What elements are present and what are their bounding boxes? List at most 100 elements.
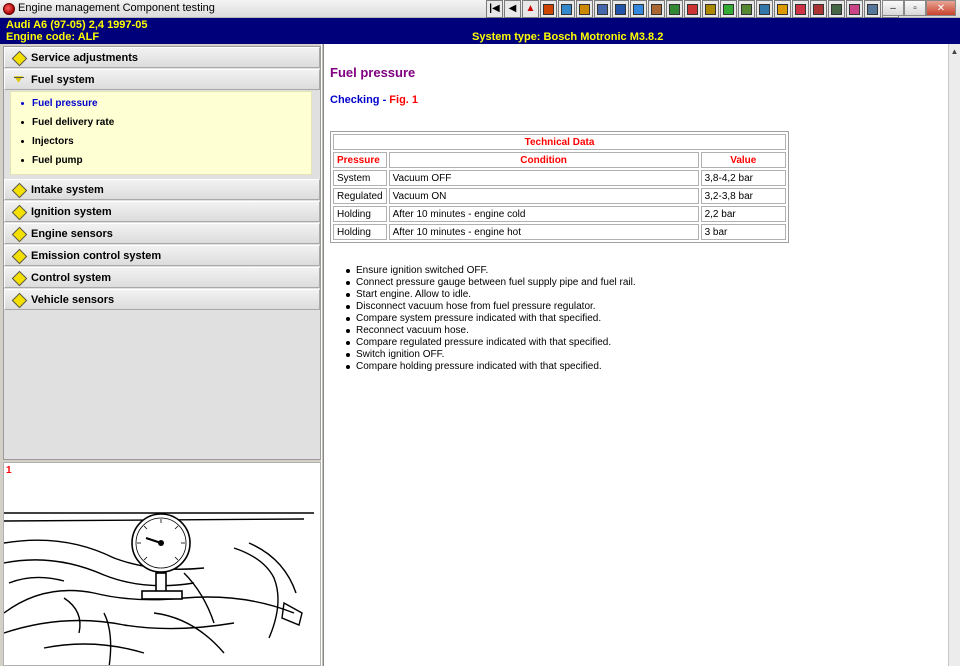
- list-item: Connect pressure gauge between fuel supp…: [346, 277, 636, 288]
- tool-12-icon: [741, 3, 752, 15]
- collapsed-arrow-icon: [13, 228, 25, 240]
- tool-6-button[interactable]: [630, 0, 647, 18]
- cell-pressure: Holding: [333, 224, 387, 240]
- tool-8-button[interactable]: [666, 0, 683, 18]
- close-button[interactable]: ✕: [926, 0, 956, 16]
- tool-16-icon: [813, 3, 824, 15]
- sub-item-fuel-delivery-rate[interactable]: Fuel delivery rate: [11, 113, 311, 132]
- tool-4-icon: [597, 3, 608, 15]
- tool-3-icon: [579, 3, 590, 15]
- sub-item-label: Injectors: [32, 136, 74, 147]
- app-icon: [3, 3, 15, 15]
- sub-item-label: Fuel pump: [32, 155, 83, 166]
- bullet-icon: [21, 159, 24, 162]
- scroll-up-icon[interactable]: ▲: [949, 46, 960, 57]
- warning-button[interactable]: ▲: [522, 0, 539, 18]
- sub-item-label: Fuel pressure: [32, 98, 98, 109]
- bullet-icon: [21, 140, 24, 143]
- tool-17-icon: [831, 3, 842, 15]
- nav-item-intake-system[interactable]: Intake system: [4, 179, 320, 200]
- list-item: Compare regulated pressure indicated wit…: [346, 337, 636, 349]
- engine-code-label: Engine code: ALF: [6, 31, 100, 43]
- vertical-scrollbar[interactable]: ▲: [948, 44, 960, 666]
- sub-item-fuel-pressure[interactable]: Fuel pressure: [11, 94, 311, 113]
- nav-item-emission-control-system[interactable]: Emission control system: [4, 245, 320, 266]
- nav-item-label: Vehicle sensors: [31, 293, 115, 306]
- tool-15-button[interactable]: [792, 0, 809, 18]
- title-bar: Engine management Component testing |◀ ◀ ▲…: [0, 0, 960, 18]
- nav-item-label: Ignition system: [31, 205, 112, 218]
- tool-13-button[interactable]: [756, 0, 773, 18]
- tool-15-icon: [795, 3, 806, 15]
- cell-condition: After 10 minutes - engine cold: [388, 206, 699, 222]
- nav-item-label: Intake system: [31, 183, 104, 196]
- table-caption: Technical Data: [333, 134, 786, 150]
- tool-3-button[interactable]: [576, 0, 593, 18]
- first-icon: |◀: [489, 3, 500, 14]
- tool-14-icon: [777, 3, 788, 15]
- cell-pressure: Regulated: [333, 188, 387, 204]
- tool-18-icon: [849, 3, 860, 15]
- bullet-icon: [21, 102, 24, 105]
- column-header-value: Value: [700, 152, 786, 168]
- tool-6-icon: [633, 3, 644, 15]
- tool-9-button[interactable]: [684, 0, 701, 18]
- nav-item-ignition-system[interactable]: Ignition system: [4, 201, 320, 222]
- checking-label: Checking -: [330, 94, 390, 106]
- tool-10-button[interactable]: [702, 0, 719, 18]
- table-row: Holding After 10 minutes - engine hot 3 ba…: [333, 224, 786, 240]
- tool-19-button[interactable]: [864, 0, 881, 18]
- figure-panel: 1: [3, 462, 321, 666]
- tool-19-icon: [867, 3, 878, 15]
- nav-item-fuel-system[interactable]: Fuel system: [4, 69, 320, 90]
- tool-9-icon: [687, 3, 698, 15]
- window-title: Engine management Component testing: [18, 2, 215, 14]
- cell-condition: After 10 minutes - engine hot: [388, 224, 699, 240]
- vehicle-info-bar: Audi A6 (97-05) 2,4 1997-05 Engine code:…: [0, 18, 960, 44]
- nav-item-engine-sensors[interactable]: Engine sensors: [4, 223, 320, 244]
- back-button[interactable]: ◀: [504, 0, 521, 18]
- cell-pressure: Holding: [333, 206, 387, 222]
- navigation-tree: Service adjustments Fuel system Fuel press…: [3, 46, 321, 460]
- cell-condition: Vacuum ON: [388, 188, 699, 204]
- sub-item-injectors[interactable]: Injectors: [11, 132, 311, 151]
- list-item: Start engine. Allow to idle.: [346, 289, 636, 301]
- collapsed-arrow-icon: [13, 206, 25, 218]
- minimize-button[interactable]: –: [882, 0, 904, 16]
- warning-icon: ▲: [525, 3, 536, 14]
- system-type-label: System type: Bosch Motronic M3.8.2: [472, 31, 664, 43]
- bullet-icon: [21, 121, 24, 124]
- first-button[interactable]: |◀: [486, 0, 503, 18]
- nav-item-service-adjustments[interactable]: Service adjustments: [4, 47, 320, 68]
- expanded-arrow-icon: [13, 74, 25, 86]
- tool-5-icon: [615, 3, 626, 15]
- tool-11-icon: [723, 3, 734, 15]
- toolbar: |◀ ◀ ▲: [486, 0, 899, 18]
- table-header-row: Pressure Condition Value: [333, 152, 786, 168]
- nav-item-label: Fuel system: [31, 73, 95, 86]
- tool-5-button[interactable]: [612, 0, 629, 18]
- tool-2-button[interactable]: [558, 0, 575, 18]
- maximize-button[interactable]: ▫: [904, 0, 926, 16]
- figure-link[interactable]: Fig. 1: [389, 94, 418, 106]
- tool-1-button[interactable]: [540, 0, 557, 18]
- content-pane: Fuel pressure Checking - Fig. 1 Technica…: [324, 44, 948, 666]
- nav-item-label: Engine sensors: [31, 227, 113, 240]
- list-item: Compare system pressure indicated with t…: [346, 313, 636, 325]
- tool-17-button[interactable]: [828, 0, 845, 18]
- collapsed-arrow-icon: [13, 52, 25, 64]
- tool-8-icon: [669, 3, 680, 15]
- tool-16-button[interactable]: [810, 0, 827, 18]
- table-row: System Vacuum OFF 3,8-4,2 bar: [333, 170, 786, 186]
- sub-item-fuel-pump[interactable]: Fuel pump: [11, 151, 311, 170]
- collapsed-arrow-icon: [13, 184, 25, 196]
- nav-item-control-system[interactable]: Control system: [4, 267, 320, 288]
- tool-12-button[interactable]: [738, 0, 755, 18]
- tool-7-button[interactable]: [648, 0, 665, 18]
- tool-18-button[interactable]: [846, 0, 863, 18]
- tool-4-button[interactable]: [594, 0, 611, 18]
- nav-item-vehicle-sensors[interactable]: Vehicle sensors: [4, 289, 320, 310]
- tool-14-button[interactable]: [774, 0, 791, 18]
- technical-data-table: Technical Data Pressure Condition Value …: [330, 131, 789, 243]
- tool-11-button[interactable]: [720, 0, 737, 18]
